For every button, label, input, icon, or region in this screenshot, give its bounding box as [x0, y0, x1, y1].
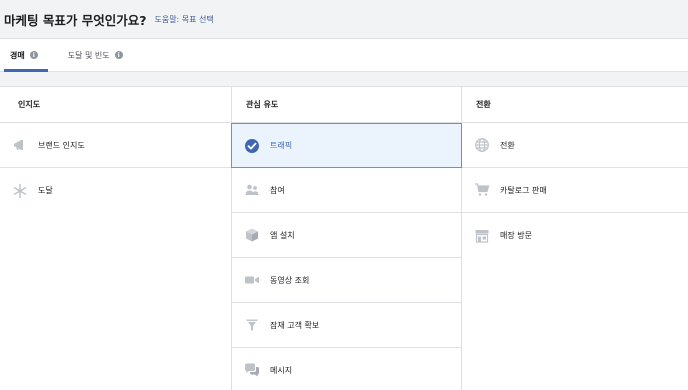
objective-label: 브랜드 인지도 [38, 140, 85, 150]
cube-icon [244, 227, 260, 243]
objective-label: 도달 [38, 186, 53, 195]
objective-brand-awareness[interactable]: 브랜드 인지도 [0, 123, 231, 168]
column-header-conversion: 전환 [462, 87, 688, 123]
tab-auction-label: 경매 [10, 50, 25, 60]
objective-catalog-sales[interactable]: 카탈로그 판매 [462, 168, 688, 213]
objective-store-visits[interactable]: 매장 방문 [462, 213, 688, 258]
objective-label: 동영상 조회 [270, 275, 310, 285]
bidding-tabs: 경매 i 도달 및 빈도 i [0, 38, 688, 72]
snowflake-icon [12, 183, 28, 199]
objective-reach[interactable]: 도달 [0, 168, 231, 213]
objective-engagement[interactable]: 참여 [232, 168, 461, 213]
tab-auction[interactable]: 경매 i [0, 39, 48, 72]
column-header-awareness: 인지도 [0, 87, 231, 123]
objective-label: 트래픽 [270, 141, 293, 150]
objective-messages[interactable]: 메시지 [232, 348, 461, 390]
funnel-icon [244, 317, 260, 333]
column-conversion: 전환 전환 카탈로그 판매 매장 방문 [462, 87, 688, 390]
column-awareness: 인지도 브랜드 인지도 도달 [0, 87, 232, 390]
globe-icon [474, 137, 490, 153]
objective-label: 카탈로그 판매 [500, 185, 547, 195]
chat-bubbles-icon [244, 362, 260, 378]
objective-label: 메시지 [270, 365, 293, 375]
column-header-consideration: 관심 유도 [232, 87, 461, 123]
tab-reach-frequency-label: 도달 및 빈도 [67, 50, 110, 60]
objective-traffic[interactable]: 트래픽 [231, 123, 462, 168]
info-icon[interactable]: i [29, 51, 38, 59]
objective-label: 참여 [270, 185, 285, 195]
objective-label: 전환 [500, 140, 515, 150]
objective-video-views[interactable]: 동영상 조회 [232, 258, 461, 303]
check-circle-icon [244, 138, 260, 154]
page-header: 마케팅 목표가 무엇인가요? 도움말: 목표 선택 [0, 0, 688, 38]
objective-label: 매장 방문 [500, 231, 532, 240]
column-consideration: 관심 유도 트래픽 참여 앱 설치 동영상 조회 잠재 고객 확보 메시지 [231, 87, 462, 390]
objective-label: 잠재 고객 확보 [270, 320, 320, 330]
video-camera-icon [244, 272, 260, 288]
people-icon [244, 182, 260, 198]
objective-lead-generation[interactable]: 잠재 고객 확보 [232, 303, 461, 348]
objective-label: 앱 설치 [270, 230, 295, 240]
objective-conversions[interactable]: 전환 [462, 123, 688, 168]
page-title: 마케팅 목표가 무엇인가요? [4, 12, 147, 28]
info-icon[interactable]: i [114, 51, 123, 59]
objective-app-installs[interactable]: 앱 설치 [232, 213, 461, 258]
megaphone-icon [12, 137, 28, 153]
help-link[interactable]: 도움말: 목표 선택 [154, 14, 213, 25]
objective-panel: 인지도 브랜드 인지도 도달 관심 유도 트래픽 참여 앱 설치 동영상 조회 … [0, 86, 688, 390]
store-icon [474, 228, 490, 244]
shopping-cart-icon [474, 182, 490, 198]
tab-reach-frequency[interactable]: 도달 및 빈도 i [58, 39, 133, 71]
